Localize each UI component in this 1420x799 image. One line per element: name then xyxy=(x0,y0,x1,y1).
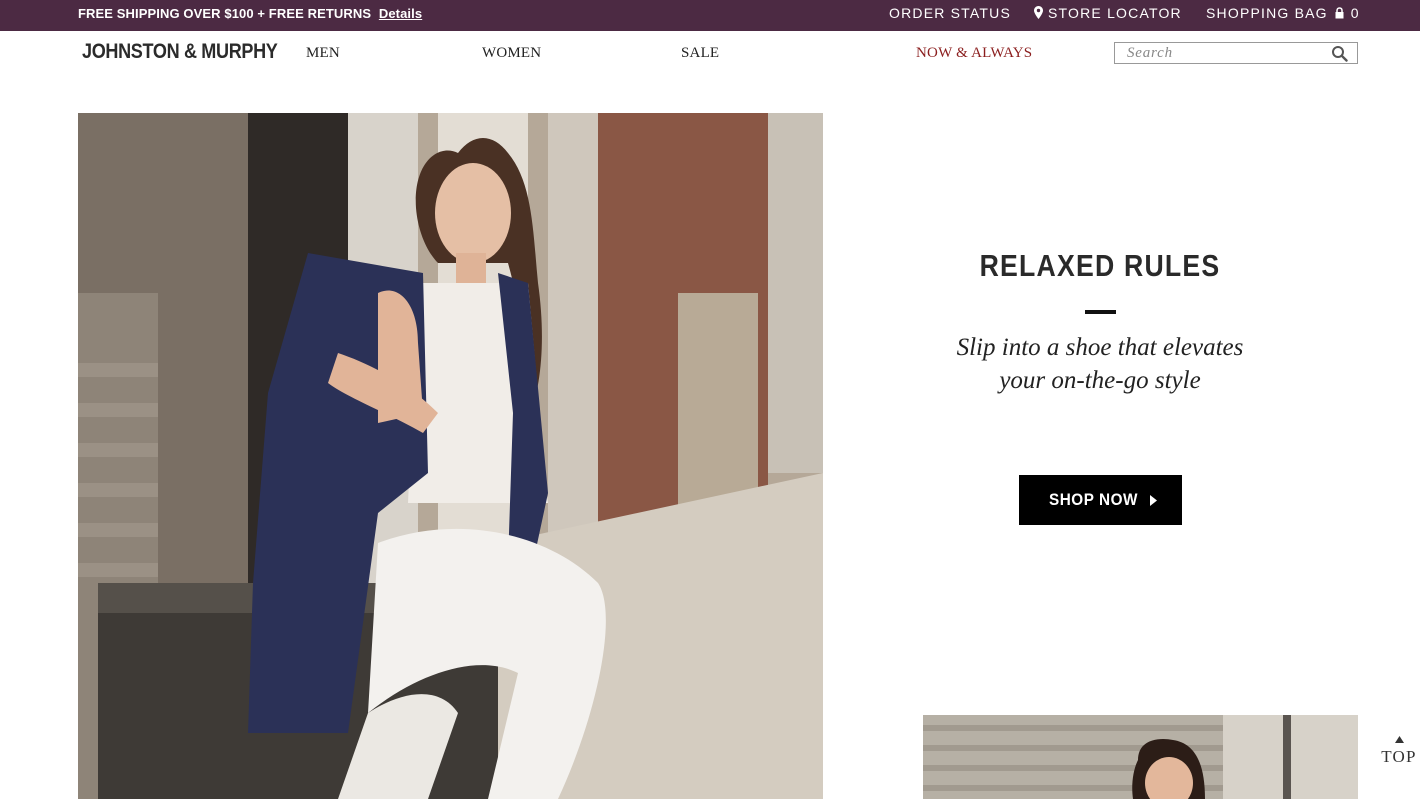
search-box xyxy=(1114,42,1358,64)
bag-count: 0 xyxy=(1350,5,1360,21)
promo-subtitle-line-2: your on-the-go style xyxy=(999,367,1201,394)
brand-logo[interactable]: JOHNSTON & MURPHY xyxy=(82,40,278,64)
nav-women[interactable]: WOMEN xyxy=(482,45,541,62)
hero-image[interactable] xyxy=(78,113,823,799)
order-status-link[interactable]: ORDER STATUS xyxy=(889,5,1011,21)
promo-title: RELAXED RULES xyxy=(979,248,1221,283)
back-to-top-link[interactable]: TOP xyxy=(1376,736,1420,767)
nav-men[interactable]: MEN xyxy=(306,45,340,62)
caret-right-icon xyxy=(1149,494,1157,506)
promo-subtitle-line-1: Slip into a shoe that elevates xyxy=(956,334,1244,361)
back-to-top-label: TOP xyxy=(1381,747,1417,766)
map-pin-icon xyxy=(1034,6,1043,19)
nav-now-and-always[interactable]: NOW & ALWAYS xyxy=(916,45,1032,62)
store-locator-link[interactable]: STORE LOCATOR xyxy=(1034,5,1182,21)
caret-up-icon xyxy=(1394,736,1404,743)
title-divider xyxy=(1085,310,1116,314)
shop-now-button[interactable]: SHOP NOW xyxy=(1019,475,1182,525)
promo-subtitle: Slip into a shoe that elevates your on-t… xyxy=(900,331,1300,397)
details-link[interactable]: Details xyxy=(379,6,422,21)
search-icon[interactable] xyxy=(1331,45,1348,62)
shopping-bag-label: SHOPPING BAG xyxy=(1206,5,1328,21)
shopping-bag-link[interactable]: SHOPPING BAG 0 xyxy=(1206,5,1360,21)
promo-bar: FREE SHIPPING OVER $100 + FREE RETURNS D… xyxy=(0,0,1420,31)
nav-sale[interactable]: SALE xyxy=(681,45,719,62)
secondary-image[interactable] xyxy=(923,715,1358,799)
store-locator-label: STORE LOCATOR xyxy=(1048,5,1182,21)
search-input[interactable] xyxy=(1127,44,1327,62)
shipping-promo-message: FREE SHIPPING OVER $100 + FREE RETURNS xyxy=(78,6,372,21)
lock-icon xyxy=(1335,7,1344,19)
shop-now-label: SHOP NOW xyxy=(1048,490,1139,509)
shipping-promo: FREE SHIPPING OVER $100 + FREE RETURNS D… xyxy=(78,6,422,21)
